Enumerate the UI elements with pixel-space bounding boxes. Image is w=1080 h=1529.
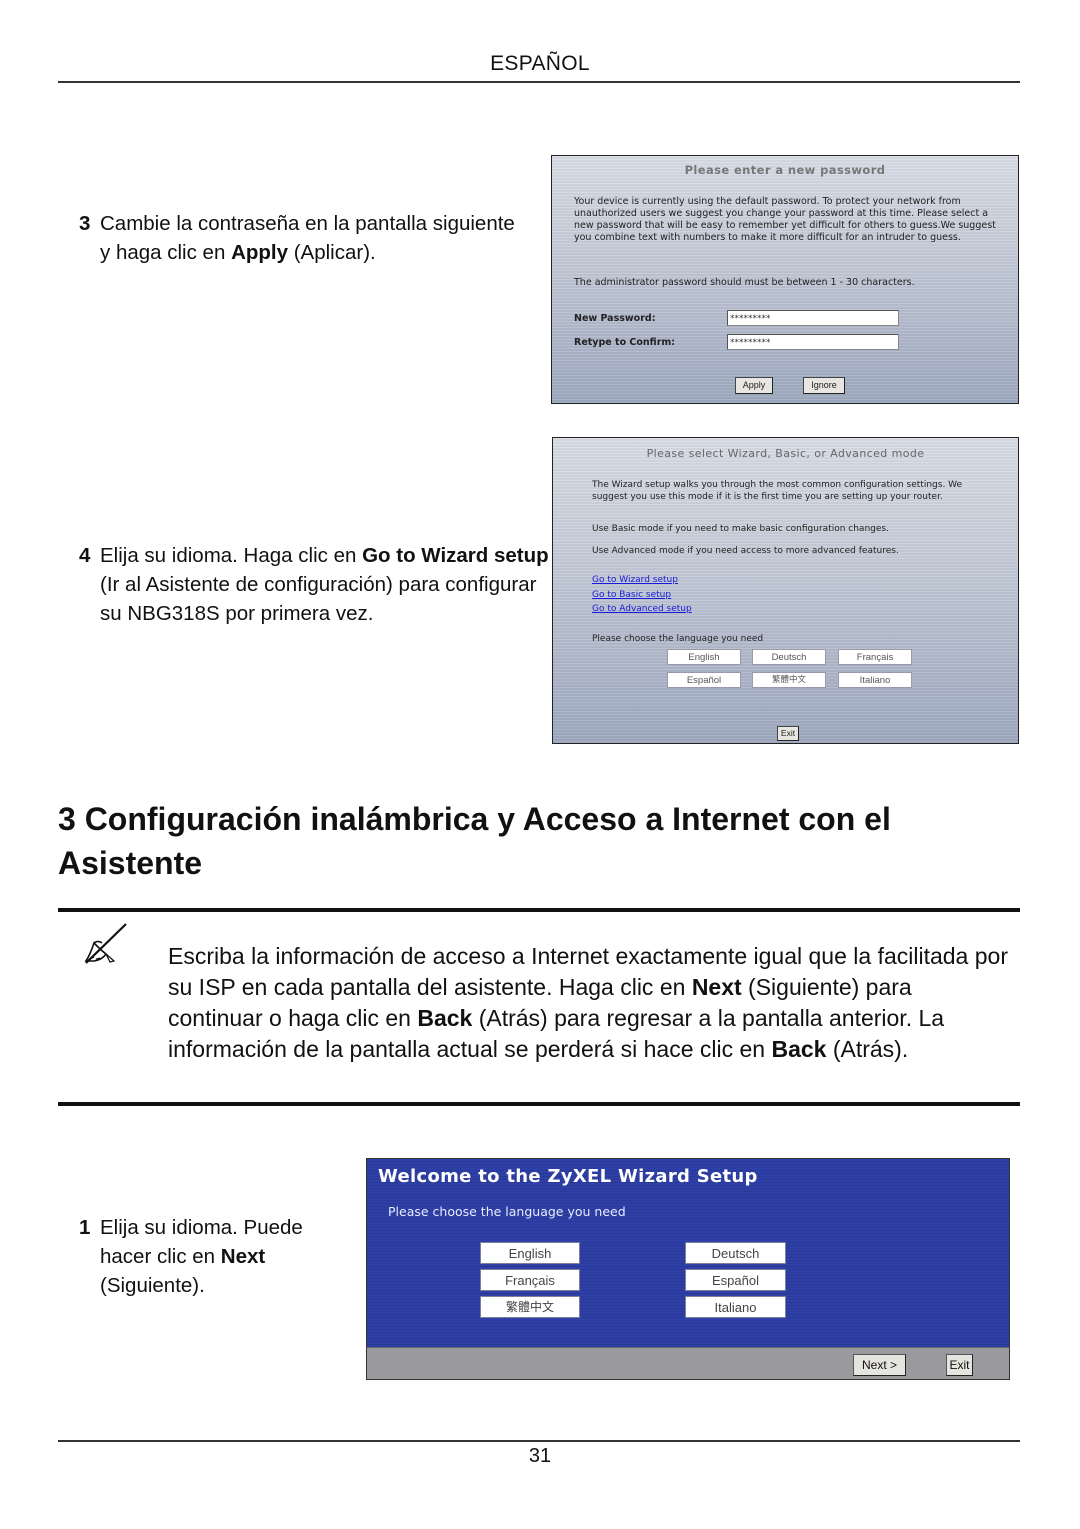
confirm-password-input[interactable]: ********* xyxy=(727,334,899,350)
language-button-english[interactable]: English xyxy=(667,649,741,665)
page-number: 31 xyxy=(528,1445,552,1467)
note-bottom-rule xyxy=(58,1102,1020,1106)
password-screenshot: Please enter a new password Your device … xyxy=(551,155,1019,404)
step-number: 3 xyxy=(79,212,91,235)
footer-divider xyxy=(58,1440,1020,1442)
confirm-password-label: Retype to Confirm: xyxy=(574,337,676,348)
step-number: 1 xyxy=(79,1216,91,1239)
wizard-language-chinese[interactable]: 繁體中文 xyxy=(480,1296,580,1318)
language-button-deutsch[interactable]: Deutsch xyxy=(752,649,826,665)
new-password-label: New Password: xyxy=(574,313,656,324)
next-button[interactable]: Next > xyxy=(853,1354,906,1376)
wizard-exit-button[interactable]: Exit xyxy=(946,1354,973,1376)
language-prompt: Please choose the language you need xyxy=(592,634,764,644)
go-to-basic-setup-link[interactable]: Go to Basic setup xyxy=(592,590,671,600)
page-header-title: ESPAÑOL xyxy=(490,52,590,75)
mode-advanced-text: Use Advanced mode if you need access to … xyxy=(592,546,899,556)
section-heading: 3 Configuración inalámbrica y Acceso a I… xyxy=(58,801,891,881)
mode-basic-text: Use Basic mode if you need to make basic… xyxy=(592,524,889,534)
step-number: 4 xyxy=(79,544,91,567)
wizard-language-espanol[interactable]: Español xyxy=(685,1269,786,1291)
wizard-screenshot: Welcome to the ZyXEL Wizard Setup Please… xyxy=(366,1158,1010,1380)
password-rule: The administrator password should must b… xyxy=(574,277,915,288)
language-button-francais[interactable]: Français xyxy=(838,649,912,665)
wizard-language-prompt: Please choose the language you need xyxy=(388,1204,626,1219)
language-button-espanol[interactable]: Español xyxy=(667,672,741,688)
wizard-language-english[interactable]: English xyxy=(480,1242,580,1264)
language-button-chinese[interactable]: 繁體中文 xyxy=(752,672,826,688)
note-top-rule xyxy=(58,908,1020,912)
wizard-language-italiano[interactable]: Italiano xyxy=(685,1296,786,1318)
step-3: 3 Cambie la contraseña en la pantalla si… xyxy=(79,209,519,267)
go-to-wizard-setup-link[interactable]: Go to Wizard setup xyxy=(592,575,678,585)
mode-intro: The Wizard setup walks you through the m… xyxy=(592,480,963,502)
pencil-note-icon xyxy=(80,921,148,965)
step-text: Elija su idioma. Puede hacer clic en Nex… xyxy=(100,1216,303,1297)
wizard-language-deutsch[interactable]: Deutsch xyxy=(685,1242,786,1264)
wizard-footer: Next > Exit xyxy=(367,1347,1009,1379)
note-text: Escriba la información de acceso a Inter… xyxy=(168,943,1008,1062)
new-password-input[interactable]: ********* xyxy=(727,310,899,326)
password-screen-title: Please enter a new password xyxy=(684,163,886,177)
step-4: 4 Elija su idioma. Haga clic en Go to Wi… xyxy=(79,541,549,628)
mode-screen-title: Please select Wizard, Basic, or Advanced… xyxy=(646,447,925,460)
go-to-advanced-setup-link[interactable]: Go to Advanced setup xyxy=(592,604,692,614)
password-intro: Your device is currently using the defau… xyxy=(574,196,996,243)
apply-button[interactable]: Apply xyxy=(735,377,773,394)
step-text: Elija su idioma. Haga clic en Go to Wiza… xyxy=(100,544,549,625)
language-button-italiano[interactable]: Italiano xyxy=(838,672,912,688)
wizard-panel: Welcome to the ZyXEL Wizard Setup Please… xyxy=(367,1159,1009,1347)
exit-button[interactable]: Exit xyxy=(777,726,799,741)
ignore-button[interactable]: Ignore xyxy=(803,377,845,394)
header-divider xyxy=(58,81,1020,83)
mode-select-screenshot: Please select Wizard, Basic, or Advanced… xyxy=(552,437,1019,744)
wizard-title: Welcome to the ZyXEL Wizard Setup xyxy=(378,1166,758,1187)
wizard-language-francais[interactable]: Français xyxy=(480,1269,580,1291)
step-1: 1 Elija su idioma. Puede hacer clic en N… xyxy=(79,1213,349,1300)
step-text: Cambie la contraseña en la pantalla sigu… xyxy=(100,212,515,264)
